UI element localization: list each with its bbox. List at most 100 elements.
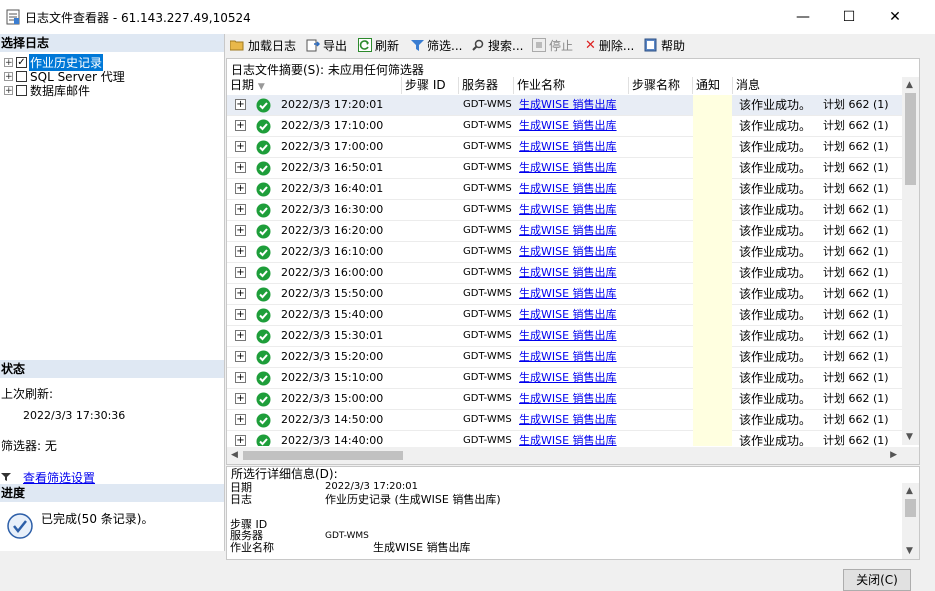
cell-job-name-link[interactable]: 生成WISE 销售出库: [519, 221, 617, 242]
detail-vertical-scrollbar[interactable]: ▲ ▼: [902, 483, 919, 559]
scroll-up-icon[interactable]: ▲: [906, 486, 913, 496]
expand-row-icon[interactable]: +: [235, 162, 246, 173]
refresh-button[interactable]: 刷新: [358, 37, 399, 53]
cell-job-name-link[interactable]: 生成WISE 销售出库: [519, 116, 617, 137]
scroll-up-icon[interactable]: ▲: [906, 80, 913, 90]
cell-notify: [693, 200, 732, 221]
expand-row-icon[interactable]: +: [235, 246, 246, 257]
load-log-button[interactable]: 加载日志: [230, 37, 296, 53]
expand-row-icon[interactable]: +: [235, 225, 246, 236]
scroll-thumb[interactable]: [905, 499, 916, 517]
expand-row-icon[interactable]: +: [235, 393, 246, 404]
table-row[interactable]: +2022/3/3 15:50:00 GDT-WMS 生成WISE 销售出库 该作业成…: [227, 284, 902, 305]
table-row[interactable]: +2022/3/3 16:00:00 GDT-WMS 生成WISE 销售出库 该作业成…: [227, 263, 902, 284]
table-row[interactable]: +2022/3/3 14:40:00 GDT-WMS 生成WISE 销售出库 该作业成…: [227, 431, 902, 446]
scroll-thumb[interactable]: [243, 451, 403, 460]
delete-button[interactable]: ✕ 删除...: [585, 37, 634, 53]
expand-icon[interactable]: +: [4, 57, 13, 67]
expand-row-icon[interactable]: +: [235, 288, 246, 299]
tree-item-db-mail[interactable]: + 数据库邮件: [4, 83, 91, 98]
cell-message: 该作业成功。: [739, 434, 812, 446]
grid-vertical-scrollbar[interactable]: ▲ ▼: [902, 77, 919, 445]
table-row[interactable]: +2022/3/3 15:40:00 GDT-WMS 生成WISE 销售出库 该作业成…: [227, 305, 902, 326]
table-row[interactable]: +2022/3/3 16:50:01 GDT-WMS 生成WISE 销售出库 该作业成…: [227, 158, 902, 179]
cell-message-detail: 计划 662 (1): [823, 413, 889, 426]
col-header-server[interactable]: 服务器: [459, 77, 514, 94]
col-header-notify[interactable]: 通知: [693, 77, 733, 94]
table-row[interactable]: +2022/3/3 17:20:01 GDT-WMS 生成WISE 销售出库 该作业成…: [227, 95, 902, 116]
cell-job-name-link[interactable]: 生成WISE 销售出库: [519, 368, 617, 389]
expand-row-icon[interactable]: +: [235, 330, 246, 341]
expand-row-icon[interactable]: +: [235, 351, 246, 362]
scroll-down-icon[interactable]: ▼: [906, 546, 913, 556]
cell-message: 该作业成功。: [739, 182, 812, 196]
db-mail-checkbox[interactable]: [16, 84, 27, 96]
scroll-thumb[interactable]: [905, 93, 916, 185]
expand-row-icon[interactable]: +: [235, 120, 246, 131]
scroll-right-icon[interactable]: ▶: [890, 450, 897, 460]
expand-row-icon[interactable]: +: [235, 372, 246, 383]
cell-job-name-link[interactable]: 生成WISE 销售出库: [519, 263, 617, 284]
help-button[interactable]: 帮助: [644, 37, 685, 53]
cell-message-detail: 计划 662 (1): [823, 434, 889, 446]
cell-job-name-link[interactable]: 生成WISE 销售出库: [519, 284, 617, 305]
filter-button[interactable]: 筛选...: [411, 37, 462, 53]
expand-icon[interactable]: +: [4, 71, 13, 81]
scroll-down-icon[interactable]: ▼: [906, 432, 913, 442]
expand-row-icon[interactable]: +: [235, 204, 246, 215]
expand-row-icon[interactable]: +: [235, 309, 246, 320]
cell-job-name-link[interactable]: 生成WISE 销售出库: [519, 95, 617, 116]
table-row[interactable]: +2022/3/3 15:30:01 GDT-WMS 生成WISE 销售出库 该作业成…: [227, 326, 902, 347]
expand-row-icon[interactable]: +: [235, 183, 246, 194]
expand-icon[interactable]: +: [4, 85, 13, 95]
expand-row-icon[interactable]: +: [235, 435, 246, 446]
table-row[interactable]: +2022/3/3 14:50:00 GDT-WMS 生成WISE 销售出库 该作业成…: [227, 410, 902, 431]
table-row[interactable]: +2022/3/3 16:40:01 GDT-WMS 生成WISE 销售出库 该作业成…: [227, 179, 902, 200]
table-row[interactable]: +2022/3/3 16:30:00 GDT-WMS 生成WISE 销售出库 该作业成…: [227, 200, 902, 221]
expand-row-icon[interactable]: +: [235, 267, 246, 278]
close-dialog-button[interactable]: 关闭(C): [843, 569, 911, 591]
close-window-button[interactable]: ✕: [872, 0, 918, 34]
table-row[interactable]: +2022/3/3 15:20:00 GDT-WMS 生成WISE 销售出库 该作业成…: [227, 347, 902, 368]
job-history-checkbox[interactable]: ✓: [16, 56, 27, 68]
success-check-icon: [256, 140, 271, 155]
select-log-header: 选择日志: [0, 34, 224, 52]
sql-agent-checkbox[interactable]: [16, 70, 27, 82]
maximize-button[interactable]: ☐: [826, 0, 872, 34]
table-row[interactable]: +2022/3/3 17:10:00 GDT-WMS 生成WISE 销售出库 该作业成…: [227, 116, 902, 137]
table-row[interactable]: +2022/3/3 16:10:00 GDT-WMS 生成WISE 销售出库 该作业成…: [227, 242, 902, 263]
cell-date: 2022/3/3 15:50:00: [281, 287, 384, 300]
cell-job-name-link[interactable]: 生成WISE 销售出库: [519, 158, 617, 179]
cell-job-name-link[interactable]: 生成WISE 销售出库: [519, 389, 617, 410]
expand-row-icon[interactable]: +: [235, 414, 246, 425]
cell-job-name-link[interactable]: 生成WISE 销售出库: [519, 431, 617, 446]
table-row[interactable]: +2022/3/3 15:00:00 GDT-WMS 生成WISE 销售出库 该作业成…: [227, 389, 902, 410]
cell-job-name-link[interactable]: 生成WISE 销售出库: [519, 137, 617, 158]
export-button[interactable]: 导出: [306, 37, 347, 53]
cell-job-name-link[interactable]: 生成WISE 销售出库: [519, 347, 617, 368]
col-header-job-name[interactable]: 作业名称: [514, 77, 629, 94]
cell-job-name-link[interactable]: 生成WISE 销售出库: [519, 200, 617, 221]
col-header-step-id[interactable]: 步骤 ID: [402, 77, 459, 94]
grid-horizontal-scrollbar[interactable]: ◀ ▶: [227, 447, 919, 464]
minimize-button[interactable]: —: [780, 0, 826, 34]
success-check-icon: [256, 182, 271, 197]
cell-notify: [693, 284, 732, 305]
cell-job-name-link[interactable]: 生成WISE 销售出库: [519, 242, 617, 263]
stop-icon: [532, 38, 546, 52]
cell-job-name-link[interactable]: 生成WISE 销售出库: [519, 410, 617, 431]
col-header-date[interactable]: 日期 ▼: [227, 77, 402, 94]
expand-row-icon[interactable]: +: [235, 141, 246, 152]
col-header-message[interactable]: 消息: [733, 77, 903, 94]
scroll-left-icon[interactable]: ◀: [231, 450, 238, 460]
cell-job-name-link[interactable]: 生成WISE 销售出库: [519, 305, 617, 326]
table-row[interactable]: +2022/3/3 15:10:00 GDT-WMS 生成WISE 销售出库 该作业成…: [227, 368, 902, 389]
cell-job-name-link[interactable]: 生成WISE 销售出库: [519, 179, 617, 200]
stop-button[interactable]: 停止: [532, 37, 573, 53]
table-row[interactable]: +2022/3/3 16:20:00 GDT-WMS 生成WISE 销售出库 该作业成…: [227, 221, 902, 242]
search-button[interactable]: 搜索...: [472, 37, 523, 53]
expand-row-icon[interactable]: +: [235, 99, 246, 110]
col-header-step-name[interactable]: 步骤名称: [629, 77, 693, 94]
cell-job-name-link[interactable]: 生成WISE 销售出库: [519, 326, 617, 347]
table-row[interactable]: +2022/3/3 17:00:00 GDT-WMS 生成WISE 销售出库 该作业成…: [227, 137, 902, 158]
